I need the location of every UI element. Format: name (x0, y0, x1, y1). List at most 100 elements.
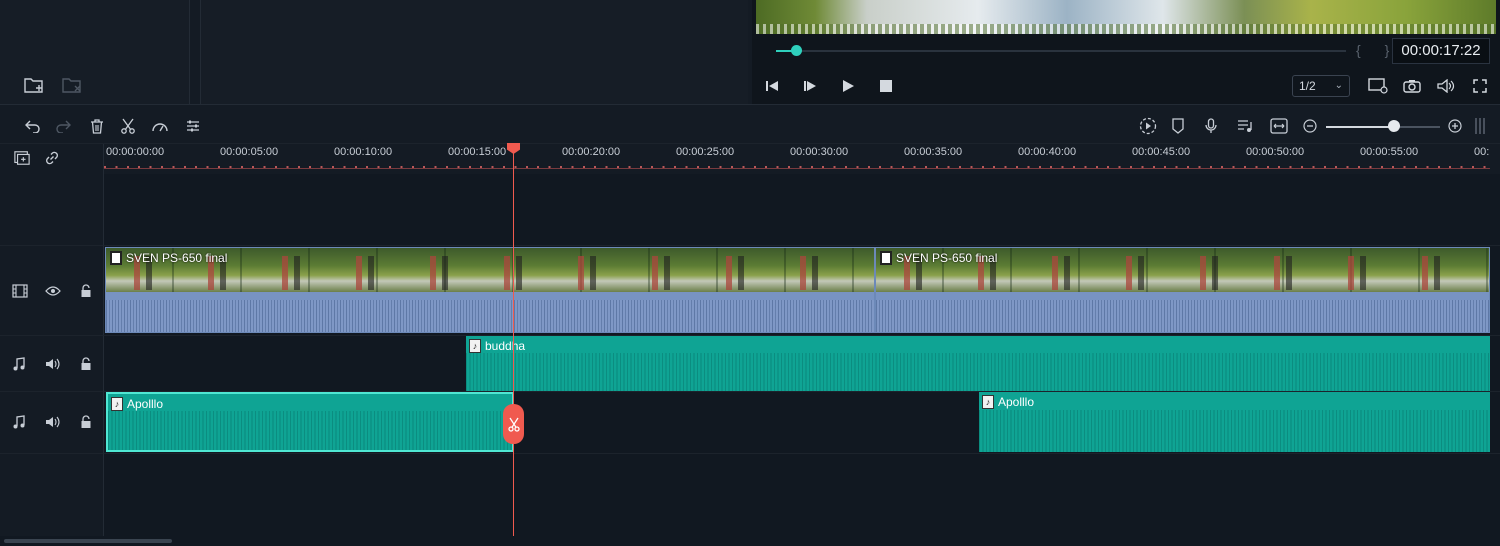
speed-icon[interactable] (151, 117, 169, 135)
panel-grip-icon[interactable] (1474, 117, 1486, 135)
play-icon[interactable] (838, 76, 858, 96)
add-folder-icon[interactable] (24, 76, 44, 94)
video-track[interactable]: SVEN PS-650 final SVEN PS-650 final (104, 246, 1500, 336)
ruler-label: 00:00:35:00 (904, 146, 963, 158)
audio-track-1[interactable]: ♪ buddha (104, 336, 1500, 392)
render-preview-icon[interactable] (1368, 76, 1388, 96)
video-clip[interactable]: SVEN PS-650 final (875, 247, 1490, 333)
lock-icon[interactable] (78, 356, 94, 372)
step-forward-icon[interactable] (800, 76, 820, 96)
film-icon (880, 251, 892, 265)
music-note-icon: ♪ (111, 397, 123, 411)
audio-waveform (466, 352, 1490, 391)
undo-icon[interactable] (24, 117, 42, 135)
delete-icon[interactable] (88, 117, 106, 135)
clip-waveform (876, 300, 1489, 332)
ruler-label: 00:00:25:00 (676, 146, 735, 158)
preview-panel: { } 00:00:17:22 1/2 ⌄ (752, 0, 1500, 104)
timeline-zoom-knob[interactable] (1388, 120, 1401, 132)
ruler-label: 00: (1474, 146, 1490, 158)
clip-label: ♪ buddha (469, 339, 525, 353)
music-note-icon: ♪ (982, 395, 994, 409)
chevron-down-icon: ⌄ (1334, 80, 1343, 91)
ruler-label: 00:00:30:00 (790, 146, 849, 158)
step-back-icon[interactable] (762, 76, 782, 96)
zoom-in-icon[interactable] (1446, 117, 1464, 135)
clip-label: SVEN PS-650 final (110, 251, 227, 265)
redo-icon[interactable] (54, 117, 72, 135)
zoom-out-icon[interactable] (1301, 117, 1319, 135)
timeline-ruler[interactable]: 00:00:00:00 00:00:05:00 00:00:10:00 00:0… (104, 144, 1500, 174)
preview-zoom-value: 1/2 (1299, 79, 1316, 93)
split-scissors-icon[interactable] (503, 404, 524, 444)
audio-clip-selected[interactable]: ♪ Apolllo (106, 392, 514, 452)
video-clip[interactable]: SVEN PS-650 final (105, 247, 875, 333)
stop-icon[interactable] (876, 76, 896, 96)
ruler-label: 00:00:50:00 (1246, 146, 1305, 158)
clip-audio-band (876, 292, 1489, 300)
add-track-icon[interactable] (14, 150, 30, 166)
clip-label: ♪ Apolllo (111, 397, 163, 411)
timeline-toolbar (0, 104, 1500, 144)
ruler-label: 00:00:45:00 (1132, 146, 1191, 158)
cut-icon[interactable] (119, 117, 137, 135)
remove-folder-icon[interactable] (62, 76, 82, 94)
lock-icon[interactable] (78, 414, 94, 430)
clip-waveform (106, 300, 874, 332)
clip-name: SVEN PS-650 final (126, 251, 228, 265)
adjust-icon[interactable] (184, 117, 202, 135)
ruler-label: 00:00:05:00 (220, 146, 279, 158)
audio-mixer-icon[interactable] (1236, 117, 1254, 135)
volume-icon[interactable] (45, 414, 61, 430)
audio-waveform (108, 410, 512, 450)
audio-clip[interactable]: ♪ Apolllo (979, 392, 1490, 452)
ruler-label: 00:00:40:00 (1018, 146, 1077, 158)
snapshot-icon[interactable] (1402, 76, 1422, 96)
preview-progress-track[interactable] (776, 50, 1346, 52)
empty-track-header (0, 454, 104, 536)
timeline-zoom-slider[interactable] (1326, 126, 1440, 128)
fit-icon[interactable] (1270, 117, 1288, 135)
ruler-baseline (104, 168, 1490, 169)
empty-track[interactable] (104, 454, 1500, 536)
current-timecode: 00:00:17:22 (1392, 38, 1490, 64)
film-icon (12, 283, 28, 299)
volume-icon[interactable] (45, 356, 61, 372)
timeline-zoom-fill (1326, 126, 1395, 128)
ruler-label: 00:00:15:00 (448, 146, 507, 158)
audio-track-header (0, 392, 104, 454)
horizontal-scrollbar[interactable] (4, 539, 172, 543)
empty-track-header (0, 174, 104, 246)
clip-name: Apolllo (127, 397, 164, 411)
ruler-label: 00:00:10:00 (334, 146, 393, 158)
playhead[interactable] (513, 148, 514, 536)
eye-icon[interactable] (45, 283, 61, 299)
ruler-label: 00:00:00:00 (106, 146, 165, 158)
video-track-header (0, 246, 104, 336)
voiceover-icon[interactable] (1202, 117, 1220, 135)
fullscreen-icon[interactable] (1470, 76, 1490, 96)
ruler-header (0, 144, 104, 174)
clip-name: buddha (485, 339, 526, 353)
ruler-label: 00:00:20:00 (562, 146, 621, 158)
audio-track-2[interactable]: ♪ Apolllo ♪ Apolllo (104, 392, 1500, 454)
clip-label: ♪ Apolllo (982, 395, 1034, 409)
render-icon[interactable] (1139, 117, 1157, 135)
music-note-icon (11, 356, 27, 372)
marker-icon[interactable] (1169, 117, 1187, 135)
audio-clip[interactable]: ♪ buddha (466, 336, 1490, 391)
clip-name: Apolllo (998, 395, 1035, 409)
clip-label: SVEN PS-650 final (880, 251, 997, 265)
media-library-panel (0, 0, 190, 104)
music-note-icon: ♪ (469, 339, 481, 353)
preview-progress-knob[interactable] (790, 45, 802, 56)
link-icon[interactable] (44, 150, 60, 166)
preview-zoom-select[interactable]: 1/2 ⌄ (1292, 75, 1350, 97)
empty-track[interactable] (104, 174, 1500, 246)
preview-video-frame (756, 0, 1496, 34)
film-icon (110, 251, 122, 265)
volume-icon[interactable] (1436, 76, 1456, 96)
media-content-panel (200, 0, 748, 104)
audio-track-header (0, 336, 104, 392)
lock-icon[interactable] (78, 283, 94, 299)
